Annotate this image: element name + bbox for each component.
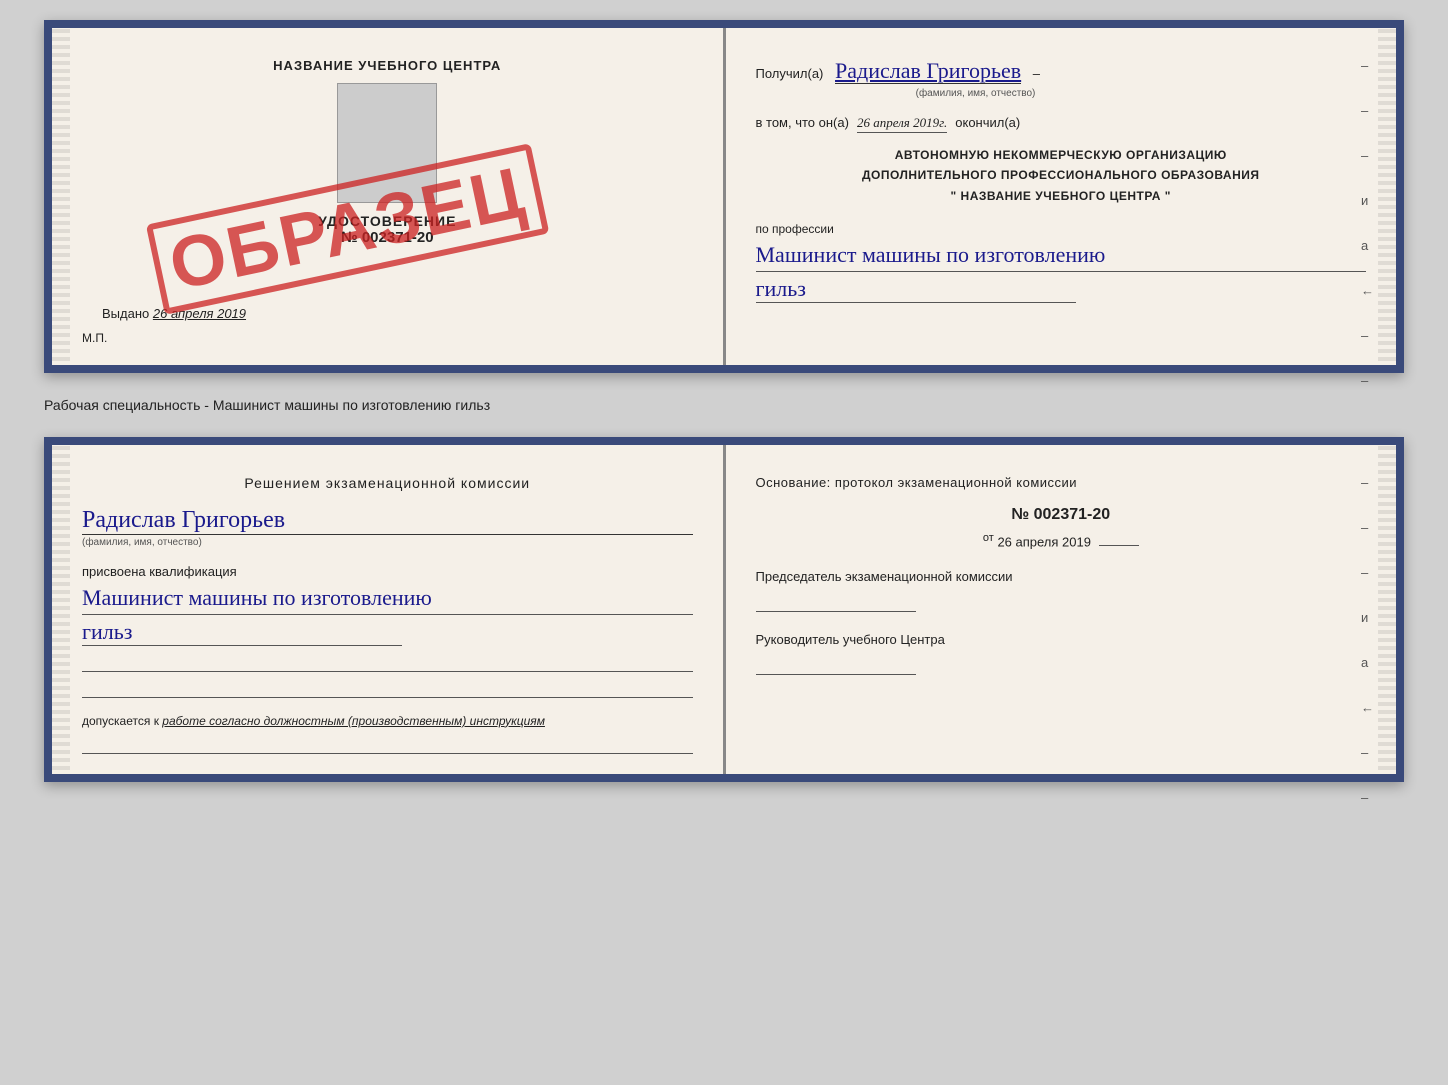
allowed-text: допускается к работе согласно должностны… [82,714,693,728]
received-name: Радислав Григорьев [835,58,1021,84]
profession-label: по профессии [756,222,1367,236]
org-block: АВТОНОМНУЮ НЕКОММЕРЧЕСКУЮ ОРГАНИЗАЦИЮ ДО… [756,145,1367,206]
center-name-top: НАЗВАНИЕ УЧЕБНОГО ЦЕНТРА [82,58,693,73]
commission-signature-line [756,592,916,612]
top-doc-right: – – – и а ← – – Получил(а) Радислав Григ… [726,28,1397,365]
protocol-number: № 002371-20 [756,506,1367,524]
org-line3: " НАЗВАНИЕ УЧЕБНОГО ЦЕНТРА " [756,186,1367,206]
commission-chair-label: Председатель экзаменационной комиссии [756,569,1367,584]
head-signature-line [756,655,916,675]
protocol-date-value: 26 апреля 2019 [997,534,1091,549]
head-label: Руководитель учебного Центра [756,632,1367,647]
completed-line: в том, что он(а) 26 апреля 2019г. окончи… [756,115,1367,133]
qualification-value2: гильз [82,619,402,646]
completed-prefix: в том, что он(а) [756,115,849,130]
received-line: Получил(а) Радислав Григорьев – [756,58,1367,84]
blank-line-1 [82,652,693,672]
bottom-doc-left: Решением экзаменационной комиссии Радисл… [52,445,726,774]
received-sub: (фамилия, имя, отчество) [826,88,1126,99]
qualification-label: присвоена квалификация [82,564,693,579]
org-line2: ДОПОЛНИТЕЛЬНОГО ПРОФЕССИОНАЛЬНОГО ОБРАЗО… [756,165,1367,185]
blank-line-2 [82,678,693,698]
protocol-date-prefix: от [983,532,994,544]
top-doc-left: НАЗВАНИЕ УЧЕБНОГО ЦЕНТРА ОБРАЗЕЦ УДОСТОВ… [52,28,726,365]
decision-title: Решением экзаменационной комиссии [82,475,693,491]
completed-date: 26 апреля 2019г. [857,115,947,133]
profession-value: Машинист машины по изготовлению [756,240,1367,272]
top-document: НАЗВАНИЕ УЧЕБНОГО ЦЕНТРА ОБРАЗЕЦ УДОСТОВ… [44,20,1404,373]
blank-line-3 [82,734,693,754]
received-prefix: Получил(а) [756,66,824,81]
allowed-prefix: допускается к [82,714,159,728]
stamp-area: ОБРАЗЕЦ УДОСТОВЕРЕНИЕ № 002371-20 [82,213,693,246]
basis-title: Основание: протокол экзаменационной коми… [756,475,1367,490]
bottom-document: Решением экзаменационной комиссии Радисл… [44,437,1404,782]
profession-value2: гильз [756,276,1076,303]
completed-suffix: окончил(а) [955,115,1020,130]
issued-prefix: Выдано [102,306,149,321]
middle-label: Рабочая специальность - Машинист машины … [44,393,1404,417]
person-name-cursive: Радислав Григорьев [82,507,693,535]
bottom-doc-right: – – – и а ← – – Основание: протокол экза… [726,445,1397,774]
mp-label: М.П. [82,331,693,345]
protocol-date: от 26 апреля 2019 [756,532,1367,549]
allowed-value: работе согласно должностным (производств… [162,714,545,728]
org-line1: АВТОНОМНУЮ НЕКОММЕРЧЕСКУЮ ОРГАНИЗАЦИЮ [756,145,1367,165]
side-dashes-top: – – – и а ← – – [1361,58,1374,388]
dash: – [1033,66,1040,81]
side-dashes-bottom: – – – и а ← – – [1361,475,1374,805]
qualification-value: Машинист машины по изготовлению [82,583,693,615]
person-sub: (фамилия, имя, отчество) [82,537,693,548]
person-name-block: Радислав Григорьев (фамилия, имя, отчест… [82,507,693,548]
